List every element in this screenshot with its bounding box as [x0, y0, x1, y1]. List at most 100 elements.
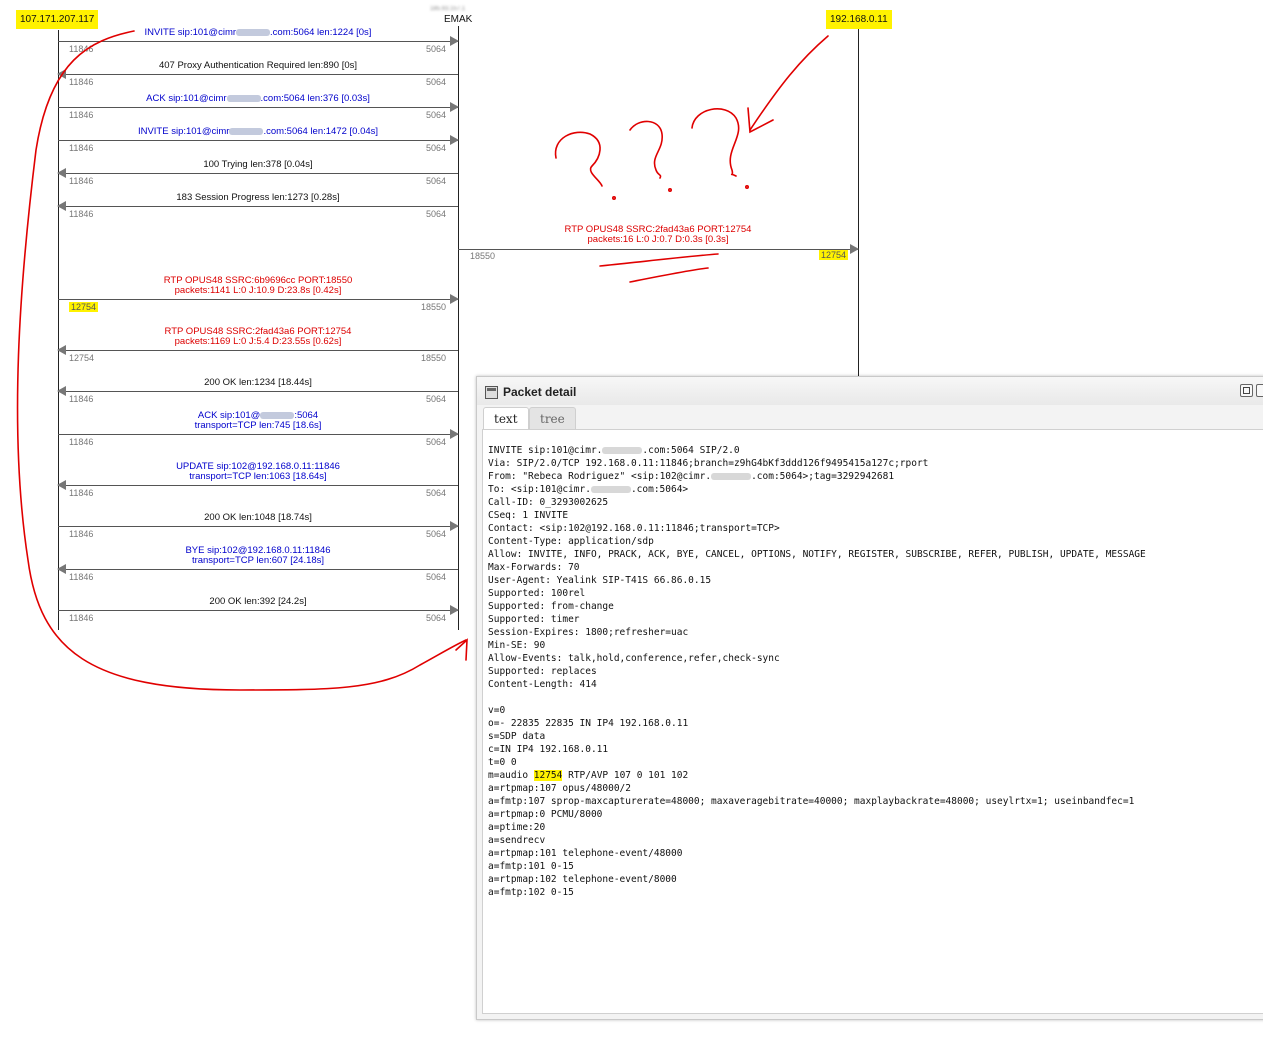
arrow-right-icon — [850, 244, 859, 254]
host-right: 192.168.0.11 — [826, 10, 892, 29]
sip-message[interactable]: BYE sip:102@192.168.0.11:11846 transport=… — [57, 546, 458, 582]
sip-message[interactable]: 200 OK len:1234 [18.44s] 11846 5064 — [57, 377, 458, 414]
dst-port: 18550 — [420, 353, 446, 363]
packet-line: Call-ID: 0_3293002625 — [488, 497, 609, 508]
packet-line: INVITE sip:101@cimr. .com:5064 SIP/2.0 — [488, 445, 740, 456]
packet-line: User-Agent: Yealink SIP-T41S 66.86.0.15 — [488, 575, 712, 586]
arrow-right-icon — [450, 135, 459, 145]
message-label: 200 OK len:392 [24.2s] — [209, 596, 307, 607]
packet-line: Supported: from-change — [488, 601, 614, 612]
packet-line: Allow-Events: talk,hold,conference,refer… — [488, 653, 780, 664]
packet-line: c=IN IP4 192.168.0.11 — [488, 744, 609, 755]
src-port: 12754 — [69, 302, 99, 312]
packet-line: s=SDP data — [488, 731, 546, 742]
host-left: 107.171.207.117 — [16, 10, 99, 29]
redacted-text — [229, 127, 264, 135]
sip-message[interactable]: UPDATE sip:102@192.168.0.11:11846 transpo… — [57, 462, 458, 498]
src-port: 11846 — [69, 176, 94, 186]
sip-message[interactable]: RTP OPUS48 SSRC:2fad43a6 PORT:12754 packe… — [57, 327, 458, 363]
src-port: 11846 — [69, 44, 94, 54]
arrow-left-icon — [57, 69, 66, 79]
arrow-left-icon — [57, 201, 66, 211]
packet-line: a=rtpmap:0 PCMU/8000 — [488, 809, 603, 820]
dst-port: 5064 — [425, 110, 446, 120]
message-label: INVITE sip:101@cimr .com:5064 len:1472 [0… — [137, 126, 379, 137]
panel-title: Packet detail — [503, 385, 577, 399]
src-port: 18550 — [470, 251, 496, 261]
packet-line: t=0 0 — [488, 757, 517, 768]
host-middle-ip: 185.93.157.1 — [430, 6, 466, 12]
dst-port: 5064 — [425, 209, 446, 219]
message-label-2: transport=TCP len:745 [18.6s] — [194, 420, 322, 431]
message-label-2: transport=TCP len:1063 [18.64s] — [189, 471, 327, 482]
message-label: 200 OK len:1048 [18.74s] — [204, 512, 312, 523]
packet-line: Allow: INVITE, INFO, PRACK, ACK, BYE, CA… — [488, 549, 1146, 560]
arrow-right-icon — [450, 294, 459, 304]
message-label: ACK sip:101@cimr .com:5064 len:376 [0.03s… — [146, 93, 370, 104]
packet-line — [488, 691, 1146, 704]
dst-port: 5064 — [425, 488, 446, 498]
dst-port: 5064 — [425, 437, 446, 447]
src-port: 11846 — [69, 110, 94, 120]
sip-message[interactable]: 200 OK len:392 [24.2s] 11846 5064 — [58, 596, 459, 633]
packet-line: m=audio 12754 RTP/AVP 107 0 101 102 — [488, 770, 689, 781]
redacted-text — [711, 473, 752, 480]
sip-message[interactable]: 100 Trying len:378 [0.04s] 11846 5064 — [57, 160, 458, 196]
packet-line: a=sendrecv — [488, 835, 546, 846]
packet-line: Content-Length: 414 — [488, 679, 597, 690]
sip-message[interactable]: INVITE sip:101@cimr .com:5064 len:1224 [0… — [58, 27, 459, 64]
packet-text-view[interactable]: INVITE sip:101@cimr. .com:5064 SIP/2.0 Via… — [482, 429, 1263, 1014]
message-label-2: packets:1141 L:0 J:10.9 D:23.8s [0.42s] — [174, 285, 342, 296]
dst-port: 5064 — [425, 176, 446, 186]
redacted-text — [236, 28, 271, 36]
message-label: INVITE sip:101@cimr .com:5064 len:1224 [0… — [144, 27, 372, 38]
message-label: 183 Session Progress len:1273 [0.28s] — [176, 192, 340, 203]
packet-detail-panel: Packet detail text tree INVITE sip:101@c… — [476, 376, 1263, 1020]
packet-icon — [485, 386, 498, 399]
packet-line: Supported: timer — [488, 614, 580, 625]
packet-line: Contact: <sip:102@192.168.0.11:11846;tra… — [488, 523, 780, 534]
arrow-left-icon — [57, 386, 66, 396]
packet-line: a=rtpmap:101 telephone-event/48000 — [488, 848, 683, 859]
packet-line: Supported: 100rel — [488, 588, 586, 599]
sip-message[interactable]: 407 Proxy Authentication Required len:89… — [57, 60, 458, 97]
src-port: 11846 — [69, 529, 94, 539]
sip-message[interactable]: ACK sip:101@:5064 transport=TCP len:745 [… — [58, 411, 459, 447]
src-port: 11846 — [69, 394, 94, 404]
maximize-icon[interactable] — [1240, 384, 1253, 397]
message-label: 407 Proxy Authentication Required len:89… — [158, 60, 358, 71]
panel-header: Packet detail — [477, 377, 1263, 405]
packet-line: a=fmtp:102 0-15 — [488, 887, 574, 898]
lifeline-right — [858, 28, 859, 376]
dst-port: 5064 — [425, 613, 446, 623]
packet-line: a=rtpmap:102 telephone-event/8000 — [488, 874, 677, 885]
arrow-right-icon — [450, 36, 459, 46]
lifeline-middle — [458, 26, 459, 630]
sip-message[interactable]: RTP OPUS48 SSRC:6b9696cc PORT:18550 packe… — [58, 276, 459, 312]
dst-port: 5064 — [425, 143, 446, 153]
src-port: 11846 — [69, 488, 94, 498]
packet-line: Via: SIP/2.0/TCP 192.168.0.11:11846;bran… — [488, 458, 929, 469]
message-label-2: transport=TCP len:607 [24.18s] — [191, 555, 325, 566]
highlighted-port: 12754 — [533, 770, 563, 781]
sip-message[interactable]: 200 OK len:1048 [18.74s] 11846 5064 — [58, 512, 459, 549]
sip-message[interactable]: INVITE sip:101@cimr .com:5064 len:1472 [0… — [58, 126, 459, 163]
tab-text[interactable]: text — [483, 407, 529, 430]
rtp-stream-right[interactable]: RTP OPUS48 SSRC:2fad43a6 PORT:12754 pack… — [458, 222, 859, 262]
arrow-left-icon — [57, 480, 66, 490]
dst-port: 5064 — [425, 572, 446, 582]
packet-line: Supported: replaces — [488, 666, 597, 677]
arrow-right-icon — [450, 429, 459, 439]
tab-tree[interactable]: tree — [529, 407, 576, 429]
message-label-2: packets:1169 L:0 J:5.4 D:23.55s [0.62s] — [174, 336, 342, 347]
arrow-left-icon — [57, 168, 66, 178]
packet-line: a=rtpmap:107 opus/48000/2 — [488, 783, 631, 794]
message-label: 200 OK len:1234 [18.44s] — [204, 377, 312, 388]
sip-message[interactable]: 183 Session Progress len:1273 [0.28s] 118… — [57, 192, 458, 229]
dst-port: 5064 — [425, 394, 446, 404]
sip-message[interactable]: ACK sip:101@cimr .com:5064 len:376 [0.03s… — [58, 93, 459, 130]
close-icon[interactable] — [1256, 384, 1263, 397]
packet-line: Content-Type: application/sdp — [488, 536, 654, 547]
dst-port: 5064 — [425, 77, 446, 87]
host-middle: EMAK — [444, 14, 473, 25]
